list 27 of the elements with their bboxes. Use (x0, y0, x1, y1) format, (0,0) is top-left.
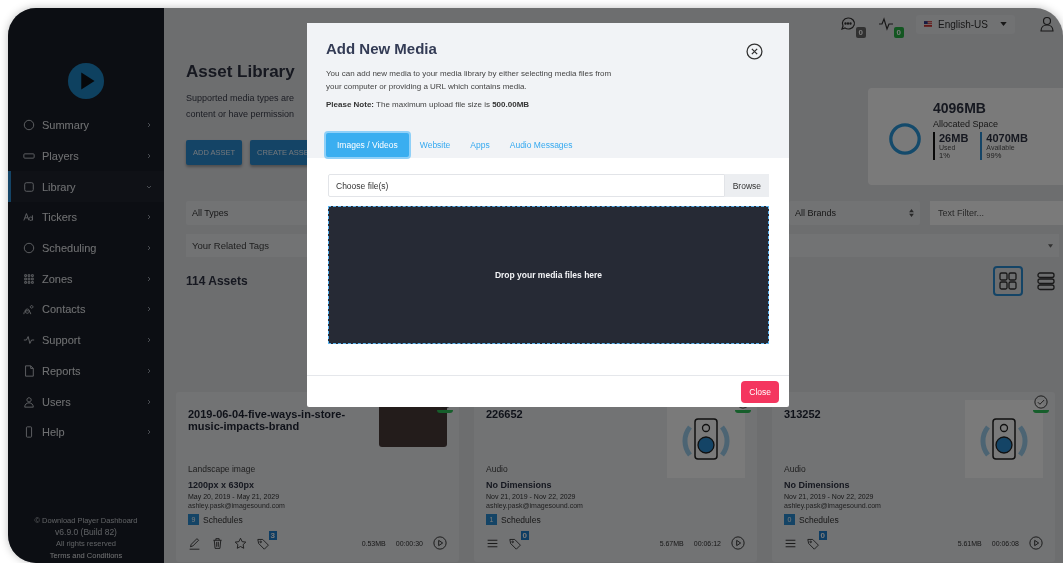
page-title: Asset Library (186, 62, 296, 82)
asset-type: Landscape image (188, 464, 257, 474)
asset-type: Audio (486, 464, 509, 474)
tag-count-badge: 0 (818, 530, 827, 540)
asset-dimensions: No Dimensions (486, 480, 553, 490)
asset-title: 226652 (486, 408, 523, 422)
available-value: 4070MB (986, 132, 1028, 144)
notification-badge: 0 (893, 27, 904, 38)
page-description: content or have permission (186, 108, 296, 121)
page-description: Supported media types are (186, 92, 296, 105)
asset-title: 313252 (784, 408, 821, 422)
tag-count-badge: 0 (520, 530, 529, 540)
footer-text: v6.9.0 (Build 82) (55, 526, 117, 538)
asset-dimensions: No Dimensions (784, 480, 851, 490)
dialog-title: Add New Media (326, 40, 437, 57)
asset-dimensions: 1200px x 630px (188, 480, 256, 490)
asset-type: Audio (784, 464, 807, 474)
asset-title: 2019-06-04-five-ways-in-store-music-impacts-brand (188, 408, 347, 434)
storage-label: Allocated Space (933, 119, 1000, 129)
dialog-description: You can add new media to your media library by either selecting media files from your computer or providing a URL which contains media. (326, 68, 613, 93)
notification-badge: 0 (855, 27, 866, 38)
drop-zone-text: Drop your media files here (494, 270, 603, 280)
storage-total: 4096MB (933, 100, 987, 116)
upload-note: Please Note: The maximum upload file size is 500.00MB (326, 100, 531, 109)
tag-count-badge: 3 (268, 530, 277, 540)
asset-count: 114 Assets (186, 274, 248, 288)
used-value: 26MB (939, 132, 969, 144)
